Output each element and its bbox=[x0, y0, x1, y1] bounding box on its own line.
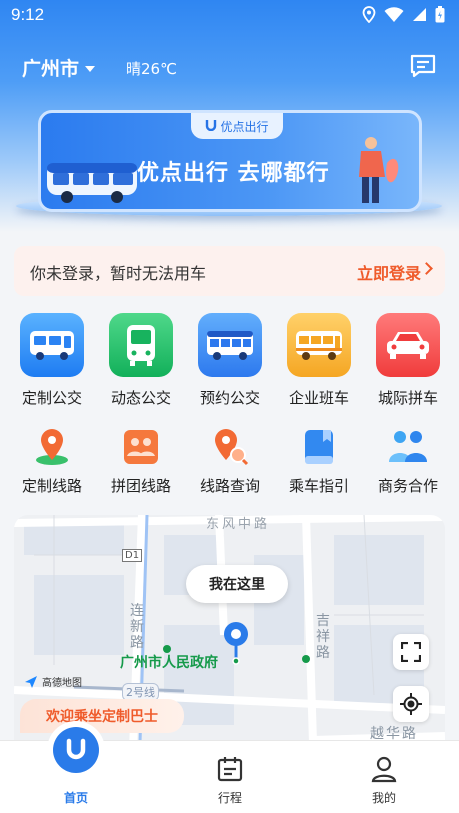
street-label-dongfeng: 东风中路 bbox=[206, 517, 271, 532]
map-place-label: 广州市人民政府 bbox=[120, 655, 218, 671]
message-icon bbox=[410, 54, 436, 78]
user-icon bbox=[371, 756, 397, 783]
signal-icon bbox=[412, 7, 427, 22]
service-business-partnership[interactable]: 商务合作 bbox=[364, 425, 452, 496]
location-pin-icon bbox=[222, 620, 250, 670]
service-dynamic-bus[interactable]: 动态公交 bbox=[97, 313, 185, 408]
city-name: 广州市 bbox=[22, 58, 80, 80]
city-selector[interactable]: 广州市 bbox=[22, 54, 96, 81]
service-route-search[interactable]: 线路查询 bbox=[186, 425, 274, 496]
login-tip: 你未登录，暂时无法用车 bbox=[30, 264, 207, 283]
carpool-car-icon bbox=[376, 313, 440, 377]
crosshair-icon bbox=[400, 693, 422, 715]
tab-home[interactable]: 首页 bbox=[26, 727, 126, 813]
battery-icon bbox=[435, 6, 445, 23]
weather-info: 晴26℃ bbox=[126, 60, 177, 78]
banner-slogan: 优点出行 去哪都行 bbox=[137, 161, 330, 186]
home-icon bbox=[53, 727, 99, 773]
route-pin-icon bbox=[30, 425, 74, 469]
wifi-icon bbox=[384, 6, 404, 23]
reserve-bus-icon bbox=[198, 313, 262, 377]
service-group-route[interactable]: 拼团线路 bbox=[97, 425, 185, 496]
status-bar: 9:12 bbox=[0, 0, 459, 30]
location-icon bbox=[362, 6, 376, 23]
group-route-icon bbox=[119, 425, 163, 469]
dynamic-bus-icon bbox=[109, 313, 173, 377]
service-shuttle-bus[interactable]: 企业班车 bbox=[275, 313, 363, 408]
street-label-lianxin: 连新路 bbox=[130, 603, 144, 651]
bottom-tab-bar: 首页 行程 我的 bbox=[0, 727, 459, 813]
message-button[interactable] bbox=[409, 52, 437, 80]
road-badge: D1 bbox=[122, 549, 143, 562]
brand-logo-icon bbox=[205, 119, 217, 134]
shuttle-bus-icon bbox=[287, 313, 351, 377]
locate-me-button[interactable] bbox=[393, 686, 429, 722]
street-label-jixiang: 吉祥路 bbox=[316, 613, 330, 661]
tab-trips[interactable]: 行程 bbox=[180, 741, 280, 813]
welcome-banner: 欢迎乘坐定制巴士 bbox=[20, 699, 184, 733]
service-custom-route[interactable]: 定制线路 bbox=[8, 425, 96, 496]
login-now-link[interactable]: 立即登录 bbox=[357, 260, 421, 284]
calendar-icon bbox=[217, 757, 243, 782]
tab-profile[interactable]: 我的 bbox=[334, 741, 434, 813]
route-search-icon bbox=[208, 425, 252, 469]
partners-icon bbox=[386, 425, 430, 469]
current-location-bubble: 我在这里 bbox=[186, 565, 288, 603]
service-reserve-bus[interactable]: 预约公交 bbox=[186, 313, 274, 408]
custom-bus-icon bbox=[20, 313, 84, 377]
bus-illustration bbox=[45, 159, 141, 209]
service-ride-guide[interactable]: 乘车指引 bbox=[275, 425, 363, 496]
traveler-illustration bbox=[351, 133, 401, 209]
promo-banner[interactable]: 优点出行 优点出行 去哪都行 bbox=[38, 110, 422, 212]
fullscreen-button[interactable] bbox=[393, 634, 429, 670]
login-prompt-card: 你未登录，暂时无法用车 立即登录 bbox=[14, 246, 445, 296]
chevron-right-icon bbox=[420, 262, 433, 275]
secondary-services: 定制线路 拼团线路 线路查询 乘车指引 商务合作 bbox=[8, 425, 452, 496]
chevron-down-icon bbox=[85, 65, 96, 72]
service-intercity-carpool[interactable]: 城际拼车 bbox=[364, 313, 452, 408]
map-provider-logo: 高德地图 bbox=[24, 674, 82, 689]
banner-badge: 优点出行 bbox=[191, 113, 283, 139]
service-custom-bus[interactable]: 定制公交 bbox=[8, 313, 96, 408]
status-time: 9:12 bbox=[11, 5, 45, 24]
guide-book-icon bbox=[297, 425, 341, 469]
fullscreen-icon bbox=[401, 642, 421, 662]
primary-services: 定制公交 动态公交 预约公交 企业班车 城际拼车 bbox=[8, 313, 452, 408]
amap-icon bbox=[25, 675, 37, 688]
